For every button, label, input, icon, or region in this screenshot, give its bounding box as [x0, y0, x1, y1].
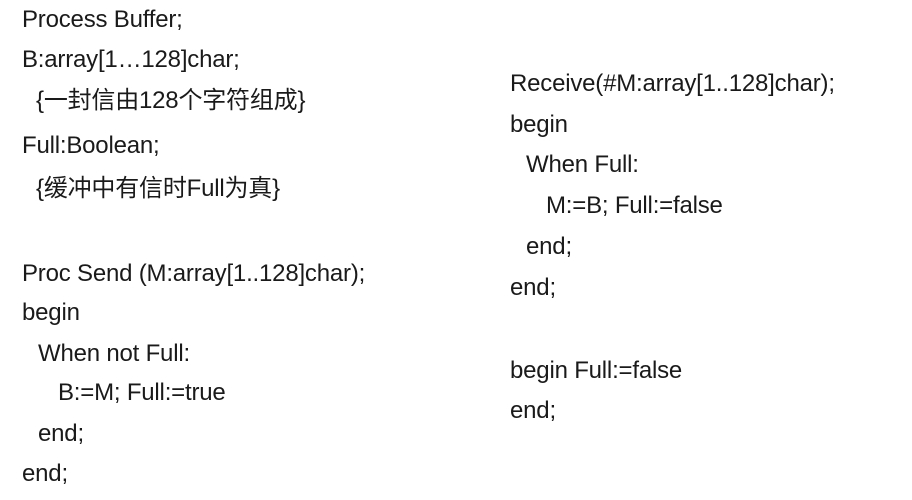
code-line: Full:Boolean;: [22, 132, 160, 159]
code-line: begin: [510, 111, 568, 138]
code-line: begin Full:=false: [510, 357, 683, 384]
code-line: When not Full:: [38, 340, 190, 367]
code-line: end;: [526, 233, 572, 260]
code-line: Receive(#M:array[1..128]char);: [510, 70, 835, 97]
code-line: end;: [38, 420, 84, 447]
code-comment: {一封信由128个字符组成}: [36, 87, 306, 114]
code-line: M:=B; Full:=false: [546, 192, 723, 219]
code-comment: {缓冲中有信时Full为真}: [36, 175, 280, 202]
code-line: B:array[1…128]char;: [22, 46, 240, 73]
code-line: end;: [22, 460, 68, 487]
code-line: end;: [510, 397, 556, 424]
code-line: When Full:: [526, 151, 639, 178]
code-line: end;: [510, 274, 556, 301]
code-line: Process Buffer;: [22, 6, 183, 33]
code-line: B:=M; Full:=true: [58, 379, 226, 406]
code-line: Proc Send (M:array[1..128]char);: [22, 260, 366, 287]
code-line: begin: [22, 299, 80, 326]
code-document: Process Buffer; B:array[1…128]char; {一封信…: [0, 0, 912, 500]
